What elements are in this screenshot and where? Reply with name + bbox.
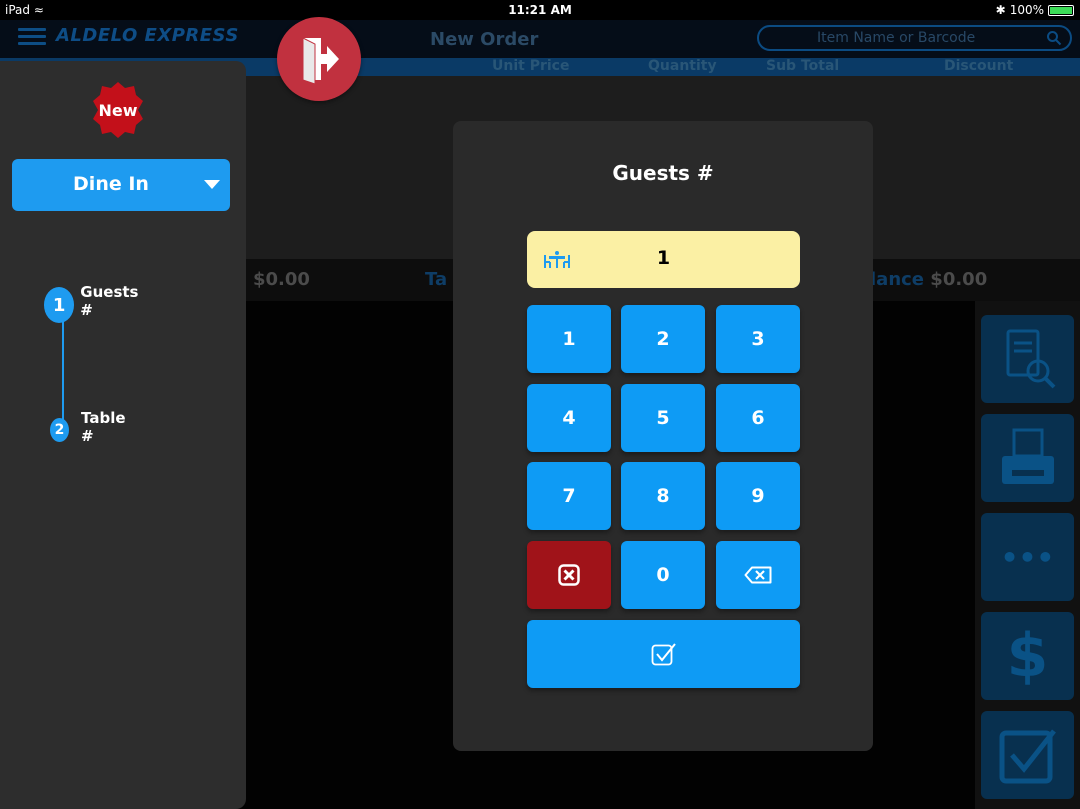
- payment-button[interactable]: $: [981, 612, 1074, 700]
- cancel-button[interactable]: [527, 541, 611, 609]
- order-type-value: Dine In: [73, 173, 149, 195]
- backspace-button[interactable]: [716, 541, 800, 609]
- dialog-title: Guests #: [612, 161, 714, 185]
- exit-door-icon: [302, 37, 339, 84]
- column-unit-price: Unit Price: [492, 58, 570, 74]
- step-number: 1: [44, 287, 75, 323]
- badge-label: New: [98, 101, 138, 120]
- order-type-select[interactable]: Dine In: [12, 159, 230, 211]
- printer-icon: [1001, 428, 1054, 484]
- battery-status: ✱ 100%: [996, 3, 1074, 17]
- key-0[interactable]: 0: [621, 541, 705, 609]
- battery-percent: 100%: [1009, 3, 1044, 17]
- submit-order-button[interactable]: [981, 711, 1074, 799]
- status-bar: iPad ≈ 11:21 AM ✱ 100%: [0, 0, 1080, 20]
- key-3[interactable]: 3: [716, 305, 800, 373]
- guests-keypad-dialog: Guests # 1 1 2 3 4 5 6 7 8 9 0: [453, 121, 873, 751]
- search-placeholder: Item Name or Barcode: [817, 30, 976, 46]
- paid-amount: $0.00: [253, 269, 310, 290]
- dollar-icon: $: [1006, 621, 1049, 691]
- balance-label: lance: [870, 269, 925, 290]
- app-header: ALDELO EXPRESS New Order Item Name or Ba…: [0, 20, 1080, 58]
- exit-button[interactable]: [277, 17, 361, 101]
- step-label: Guests #: [80, 283, 139, 319]
- key-6[interactable]: 6: [716, 384, 800, 452]
- confirm-button[interactable]: [527, 620, 800, 688]
- step-connector: [62, 305, 64, 430]
- clock: 11:21 AM: [508, 3, 572, 17]
- brand-logo: ALDELO EXPRESS: [56, 25, 239, 46]
- close-icon: [558, 564, 580, 586]
- step-table[interactable]: 2 Table #: [44, 409, 130, 445]
- action-toolbar: ••• $: [975, 301, 1080, 809]
- menu-icon[interactable]: [18, 28, 46, 46]
- more-icon: •••: [1000, 540, 1055, 574]
- bluetooth-icon: ✱: [995, 3, 1006, 17]
- tax-label: Ta: [425, 269, 448, 290]
- guests-count-field[interactable]: 1: [527, 231, 800, 288]
- key-9[interactable]: 9: [716, 462, 800, 530]
- guests-count-value: 1: [656, 247, 671, 269]
- print-button[interactable]: [981, 414, 1074, 502]
- checkbox-icon: [999, 729, 1056, 784]
- key-7[interactable]: 7: [527, 462, 611, 530]
- key-5[interactable]: 5: [621, 384, 705, 452]
- check-icon: [651, 643, 676, 666]
- new-badge: New: [92, 80, 144, 142]
- page-title: New Order: [430, 29, 539, 50]
- step-number: 2: [50, 418, 70, 442]
- key-8[interactable]: 8: [621, 462, 705, 530]
- step-guests[interactable]: 1 Guests #: [44, 283, 144, 323]
- battery-icon: [1048, 4, 1074, 16]
- lookup-receipt-button[interactable]: [981, 315, 1074, 403]
- column-quantity: Quantity: [648, 58, 717, 74]
- receipt-search-icon: [1006, 329, 1055, 389]
- balance-amount: $0.00: [930, 269, 988, 290]
- more-button[interactable]: •••: [981, 513, 1074, 601]
- key-2[interactable]: 2: [621, 305, 705, 373]
- key-4[interactable]: 4: [527, 384, 611, 452]
- order-setup-panel: New Dine In 1 Guests # 2 Table #: [0, 61, 246, 809]
- chevron-down-icon: [204, 180, 220, 189]
- column-discount: Discount: [944, 58, 1014, 74]
- key-1[interactable]: 1: [527, 305, 611, 373]
- search-input[interactable]: Item Name or Barcode: [757, 25, 1072, 51]
- search-icon[interactable]: [1046, 30, 1062, 46]
- balance: lance $0.00: [870, 269, 987, 290]
- column-sub-total: Sub Total: [766, 58, 840, 74]
- step-label: Table #: [81, 409, 126, 445]
- backspace-icon: [744, 566, 772, 584]
